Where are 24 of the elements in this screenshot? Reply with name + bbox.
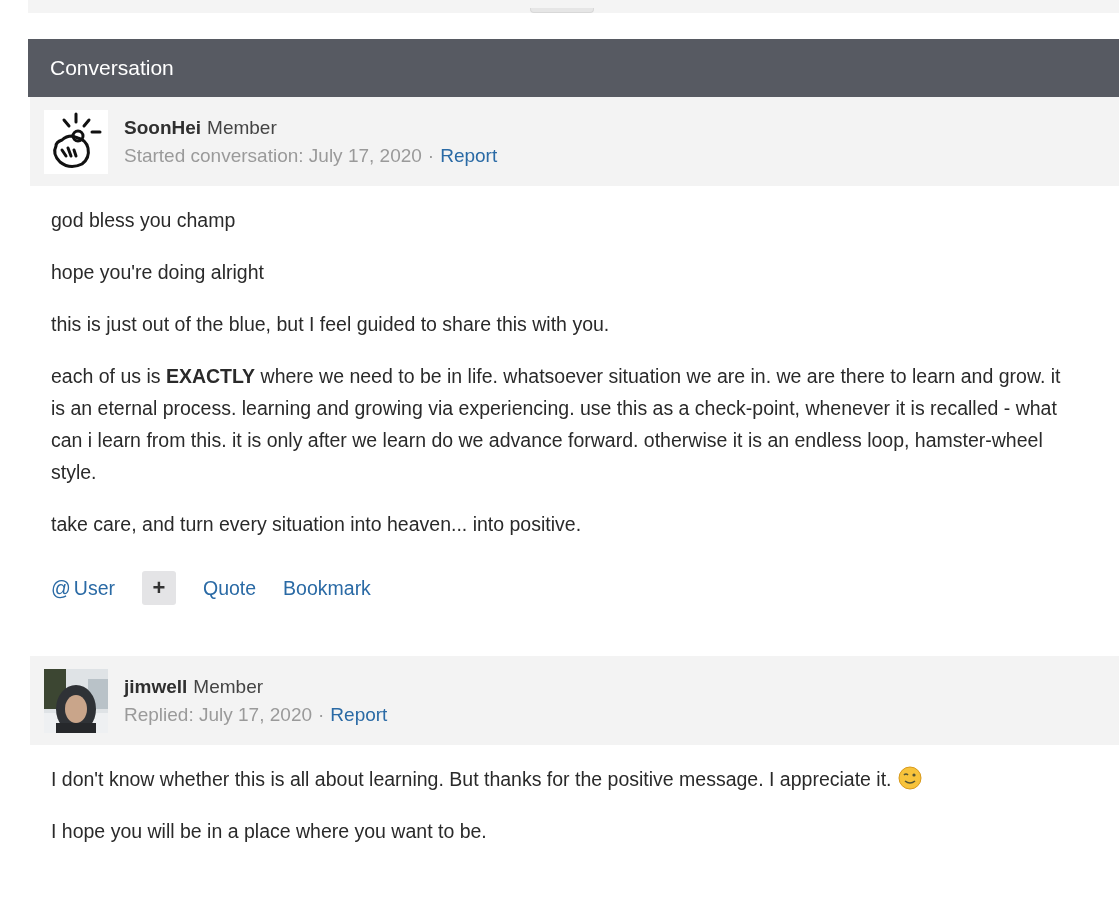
message-text: this is just out of the blue, but I feel guided to share this with you. [51, 313, 610, 335]
separator: · [318, 703, 325, 726]
author-name[interactable]: SoonHei [124, 116, 202, 139]
action-link[interactable]: Quote [202, 576, 257, 600]
message-text: hope you're doing alright [51, 261, 264, 283]
message-text: take care, and turn every situation into heaven... into positive. [51, 513, 582, 535]
message-text: each of us is EXACTLY where we need to be in life. whatsoever situation we are in. we are there to learn and grow. it is an eternal process. learning and growing via experiencing. use this as a check-point, whenever it is recalled - what can i learn from this. it is only after we learn do we advance forward. otherwise it is an endless loop, hamster-wheel style. [51, 365, 1061, 483]
report-link[interactable]: Report [440, 144, 498, 167]
avatar[interactable] [44, 109, 108, 174]
mention-link[interactable]: @User [51, 576, 115, 600]
user-role: Member [207, 116, 277, 139]
panel-title: Conversation [50, 56, 174, 80]
message-text: I don't know whether this is all about learning. But thanks for the positive message. I appreciate it. [51, 768, 892, 790]
author-name[interactable]: jimwell [124, 675, 188, 698]
action-link[interactable]: Bookmark [283, 576, 371, 600]
message-text: I hope you will be in a place where you want to be. [51, 820, 487, 842]
report-link[interactable]: Report [330, 703, 388, 726]
message-date: Started conversation: July 17, 2020 [124, 144, 422, 167]
user-role: Member [193, 675, 264, 698]
separator: · [427, 144, 435, 167]
avatar[interactable] [44, 668, 108, 733]
message-text: god bless you champ [51, 209, 236, 231]
more-button[interactable]: + [141, 571, 176, 605]
message-date: Replied: July 17, 2020 [124, 703, 312, 726]
